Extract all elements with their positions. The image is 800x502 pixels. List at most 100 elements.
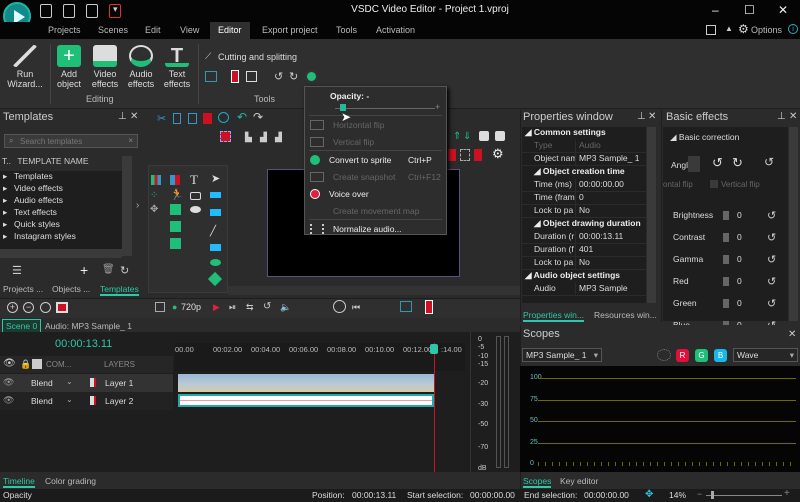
prop-time-ms[interactable]: Time (ms) 00:00:00.00 — [522, 179, 646, 192]
close-panel-icon[interactable]: ✕ — [130, 111, 138, 122]
layer-color-icon[interactable] — [90, 396, 96, 405]
menu-editor[interactable]: Editor — [210, 22, 250, 39]
prop-value[interactable]: No — [576, 205, 590, 217]
zoom-in-button[interactable]: + — [784, 488, 790, 499]
tree-item-quick-styles[interactable]: Quick styles — [0, 219, 122, 231]
pin-icon[interactable]: ⊥ — [637, 111, 646, 122]
more-tools-icon[interactable] — [305, 70, 318, 83]
chevron-down-icon[interactable]: ⌄ — [66, 377, 73, 386]
options-button[interactable]: Options — [751, 25, 782, 35]
snapshot-timeline-icon[interactable] — [56, 302, 68, 313]
contrast-slider[interactable] — [723, 232, 729, 242]
close-panel-icon[interactable]: ✕ — [648, 111, 656, 122]
close-panel-icon[interactable]: ✕ — [789, 111, 797, 122]
copy-icon[interactable] — [173, 113, 181, 124]
tab-templates[interactable]: Templates — [100, 284, 139, 296]
lock-icon[interactable]: 🔒 — [20, 359, 31, 370]
clock-icon[interactable] — [333, 300, 346, 313]
tree-item-audio-effects[interactable]: Audio effects — [0, 195, 122, 207]
playhead-handle[interactable] — [430, 344, 438, 354]
video-effects-button[interactable]: Video effects — [88, 45, 122, 89]
tab-scene-0[interactable]: Scene 0 — [2, 319, 42, 333]
cut-icon[interactable]: ✂ — [157, 112, 166, 125]
menu-activation[interactable]: Activation — [376, 25, 415, 35]
row-value[interactable]: 0 — [737, 232, 767, 242]
prop-value[interactable]: MP3 Sample — [576, 283, 628, 295]
prop-value[interactable]: 00:00:00.00 — [576, 179, 624, 191]
tab-scopes[interactable]: Scopes — [523, 476, 552, 488]
cut-tool-icon[interactable] — [400, 301, 412, 312]
horizontal-flip-checkbox[interactable]: ontal flip — [663, 180, 693, 189]
blend-mode-select[interactable]: Blend — [31, 396, 53, 406]
menu-tools[interactable]: Tools — [336, 25, 357, 35]
split-tool-icon[interactable] — [231, 70, 239, 83]
new-project-icon[interactable] — [40, 4, 52, 18]
animation-icon[interactable]: 🏃 — [170, 188, 184, 201]
tree-item-video-effects[interactable]: Video effects — [0, 183, 122, 195]
green-channel-toggle[interactable]: G — [695, 349, 708, 362]
templates-scrollbar[interactable] — [122, 156, 132, 256]
delete-icon[interactable] — [203, 113, 212, 124]
row-value[interactable]: 0 — [737, 210, 767, 220]
layer-color-icon[interactable] — [90, 378, 96, 387]
prop-value[interactable]: 0 — [576, 192, 584, 204]
quick-access-dropdown-icon[interactable]: ▾ — [113, 4, 118, 15]
tab-key-editor[interactable]: Key editor — [560, 476, 598, 486]
scope-mode-select[interactable]: Wave ▾ — [733, 348, 798, 362]
text-effects-button[interactable]: T Text effects — [160, 45, 194, 89]
particles-icon[interactable]: ⁘ — [150, 190, 158, 201]
add-template-icon[interactable]: + — [80, 262, 88, 278]
menu-projects[interactable]: Projects — [48, 25, 81, 35]
rectangle-sel-icon[interactable] — [210, 192, 221, 198]
video-icon[interactable] — [170, 238, 181, 249]
zoom-slider[interactable] — [706, 495, 782, 496]
prop-lock-1[interactable]: Lock to pa No — [522, 205, 646, 218]
prop-audio[interactable]: Audio MP3 Sample — [522, 283, 646, 296]
rotate-left-icon[interactable]: ↺ — [274, 70, 283, 83]
reset-icon[interactable]: ↺ — [767, 253, 776, 266]
reset-icon[interactable]: ↺ — [767, 209, 776, 222]
split-icon[interactable] — [425, 300, 433, 314]
expand-panel-icon[interactable]: › — [136, 200, 139, 211]
tab-resources-window[interactable]: Resources win... — [594, 310, 657, 320]
line-icon[interactable]: ╱ — [210, 226, 216, 237]
row-value[interactable]: 0 — [737, 254, 767, 264]
skip-start-icon[interactable]: ⏮ — [352, 302, 360, 313]
audio-icon[interactable] — [170, 221, 181, 232]
crop-icon[interactable] — [246, 71, 257, 82]
blend-mode-select[interactable]: Blend — [31, 378, 53, 388]
menu-vertical-flip[interactable]: Vertical flip — [305, 133, 446, 150]
vertical-flip-checkbox-box[interactable] — [710, 180, 718, 188]
pin-icon[interactable]: ⊥ — [118, 111, 127, 122]
tab-timeline[interactable]: Timeline — [3, 476, 35, 488]
redo-icon[interactable]: ↷ — [253, 110, 263, 124]
opacity-plus[interactable]: + — [435, 102, 440, 112]
resolution-select[interactable]: 720p — [181, 302, 201, 312]
fit-zoom-icon[interactable]: ✥ — [645, 489, 653, 500]
open-project-icon[interactable] — [63, 4, 75, 18]
align-right-icon[interactable]: ▟ — [275, 132, 282, 143]
angle-spinner[interactable] — [688, 156, 700, 172]
green-slider[interactable] — [723, 298, 729, 308]
close-panel-icon[interactable]: ✕ — [788, 329, 796, 340]
send-back-icon[interactable] — [495, 131, 505, 141]
pointer-icon[interactable]: ➤ — [211, 172, 220, 185]
add-object-button[interactable]: + Add object — [52, 45, 86, 89]
prop-value[interactable]: MP3 Sample_ 1 — [576, 153, 639, 165]
rectangle-icon[interactable] — [210, 244, 221, 251]
zoom-in-icon[interactable]: + — [7, 302, 18, 313]
pin-icon[interactable]: ⊥ — [777, 111, 786, 122]
object-position-icon[interactable] — [220, 131, 231, 142]
prop-value[interactable]: 401 — [576, 244, 593, 256]
menu-view[interactable]: View — [180, 25, 199, 35]
align-center-icon[interactable]: ▟ — [260, 132, 267, 143]
reset-icon[interactable]: ↺ — [767, 231, 776, 244]
video-clip[interactable] — [178, 374, 434, 392]
section-creation-time[interactable]: ◢ Object creation time — [522, 166, 646, 179]
menu-normalize-audio[interactable]: Normalize audio... — [305, 220, 446, 237]
reset-icon[interactable]: ↺ — [767, 275, 776, 288]
cutting-splitting-button[interactable]: Cutting and splitting — [218, 52, 297, 62]
loop-icon[interactable]: ⇆ — [246, 302, 254, 313]
basic-correction-section[interactable]: ◢ Basic correction — [670, 132, 739, 143]
tree-item-instagram-styles[interactable]: Instagram styles — [0, 231, 122, 243]
